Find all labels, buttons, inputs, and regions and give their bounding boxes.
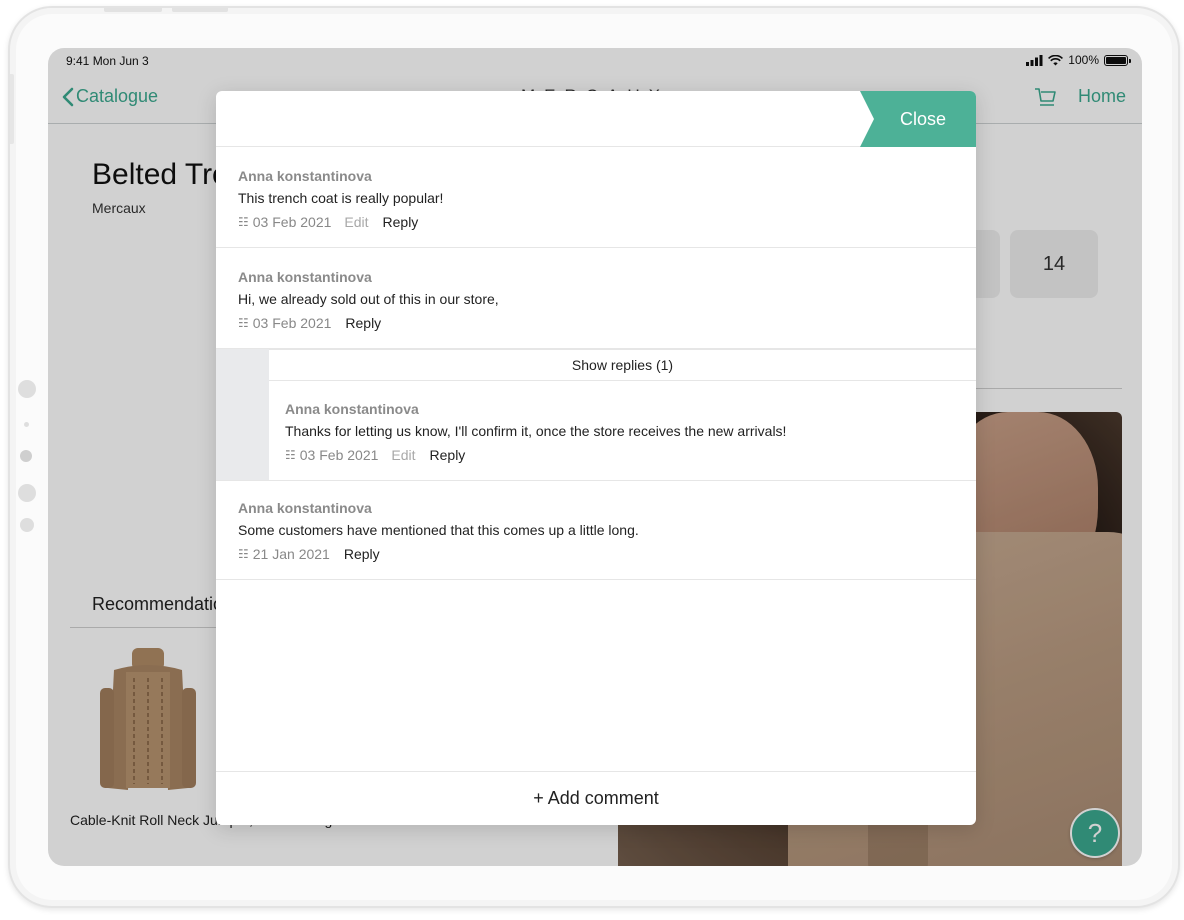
modal-header: Close bbox=[216, 91, 976, 147]
comment-text: Some customers have mentioned that this … bbox=[238, 522, 639, 538]
comment-text: Hi, we already sold out of this in our s… bbox=[238, 291, 499, 307]
comment-meta: ☷ 03 Feb 2021 Edit Reply bbox=[285, 447, 954, 463]
comment-author: Anna konstantinova bbox=[238, 269, 372, 285]
reply-button[interactable]: Reply bbox=[345, 315, 381, 331]
device-top-button bbox=[104, 8, 162, 12]
device-sensor-dot bbox=[18, 484, 36, 502]
reply-comment-item: Anna konstantinova Thanks for letting us… bbox=[216, 381, 976, 481]
device-top-button bbox=[172, 8, 228, 12]
reply-button[interactable]: Reply bbox=[430, 447, 466, 463]
reply-button[interactable]: Reply bbox=[344, 546, 380, 562]
comment-meta: ☷ 21 Jan 2021 Reply bbox=[238, 546, 954, 562]
close-button[interactable]: Close bbox=[860, 91, 976, 147]
comment-text: Thanks for letting us know, I'll confirm… bbox=[285, 423, 787, 439]
comment-author: Anna konstantinova bbox=[285, 401, 419, 417]
comment-text: This trench coat is really popular! bbox=[238, 190, 444, 206]
device-sensor-dot bbox=[18, 380, 36, 398]
comment-date: 21 Jan 2021 bbox=[252, 546, 330, 562]
app-screen: 9:41 Mon Jun 3 100% Catalogue MERCAUX bbox=[48, 48, 1142, 866]
edit-button[interactable]: Edit bbox=[391, 447, 415, 463]
comment-date: 03 Feb 2021 bbox=[299, 447, 379, 463]
comment-item: Anna konstantinova This trench coat is r… bbox=[216, 148, 976, 248]
comment-date: 03 Feb 2021 bbox=[252, 214, 332, 230]
comment-meta: ☷ 03 Feb 2021 Edit Reply bbox=[238, 214, 954, 230]
comment-author: Anna konstantinova bbox=[238, 500, 372, 516]
edit-button[interactable]: Edit bbox=[344, 214, 368, 230]
comments-modal: Close Anna konstantinova This trench coa… bbox=[216, 91, 976, 825]
store-icon: ☷ bbox=[238, 215, 249, 229]
comment-author: Anna konstantinova bbox=[238, 168, 372, 184]
store-icon: ☷ bbox=[285, 448, 296, 462]
comment-date: 03 Feb 2021 bbox=[252, 315, 332, 331]
reply-button[interactable]: Reply bbox=[383, 214, 419, 230]
device-sensor-dot bbox=[20, 518, 34, 532]
comment-item: Anna konstantinova Hi, we already sold o… bbox=[216, 249, 976, 349]
store-icon: ☷ bbox=[238, 316, 249, 330]
device-side-button bbox=[10, 74, 14, 144]
add-comment-button[interactable]: + Add comment bbox=[216, 771, 976, 825]
comment-item: Anna konstantinova Some customers have m… bbox=[216, 480, 976, 580]
device-sensor-dot bbox=[24, 422, 29, 427]
show-replies-button[interactable]: Show replies (1) bbox=[269, 349, 976, 381]
store-icon: ☷ bbox=[238, 547, 249, 561]
device-camera-dot bbox=[20, 450, 32, 462]
comment-meta: ☷ 03 Feb 2021 Reply bbox=[238, 315, 954, 331]
